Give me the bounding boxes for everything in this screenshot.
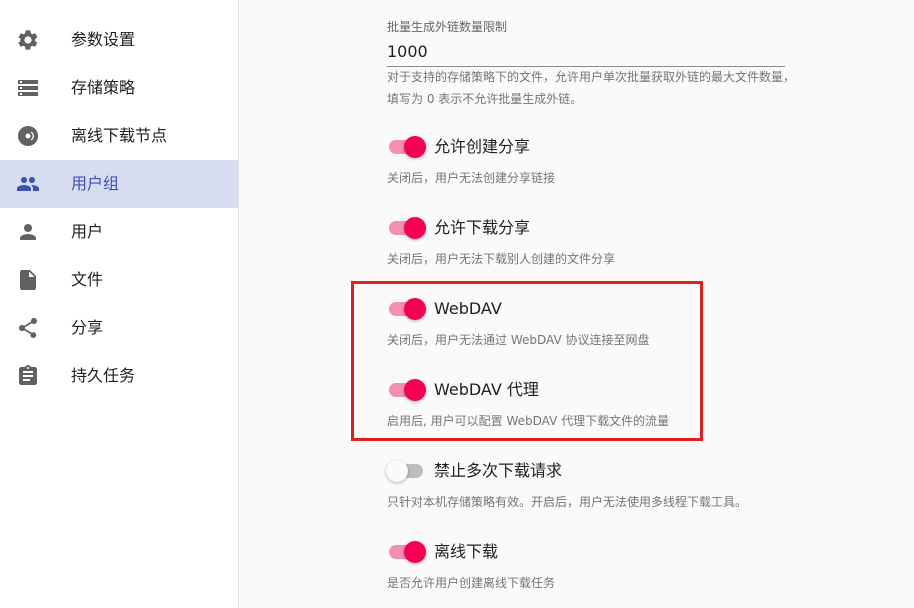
- toggle-label: WebDAV 代理: [434, 380, 539, 399]
- toggle-label: 禁止多次下载请求: [434, 461, 563, 480]
- toggle-row-download-share: 允许下载分享: [387, 215, 530, 241]
- sidebar-item-offline-nodes[interactable]: 离线下载节点: [0, 112, 238, 160]
- sidebar: 参数设置 存储策略 离线下载节点 用户组 用户 文件 分享 持久任务: [0, 0, 239, 608]
- create-share-switch[interactable]: [387, 134, 426, 160]
- radio-node-icon: [16, 124, 40, 148]
- toggle-row-multi-download: 禁止多次下载请求: [386, 458, 563, 484]
- clipboard-icon: [16, 364, 40, 388]
- toggle-helper: 只针对本机存储策略有效。开启后，用户无法使用多线程下载工具。: [387, 495, 748, 509]
- sidebar-item-settings[interactable]: 参数设置: [0, 16, 238, 64]
- person-icon: [16, 220, 40, 244]
- file-icon: [16, 268, 40, 292]
- sidebar-item-tasks[interactable]: 持久任务: [0, 352, 238, 400]
- multi-download-switch[interactable]: [386, 458, 425, 484]
- share-icon: [16, 316, 40, 340]
- toggle-label: 允许创建分享: [434, 137, 531, 156]
- batch-limit-label: 批量生成外链数量限制: [387, 20, 508, 34]
- toggle-helper: 关闭后，用户无法通过 WebDAV 协议连接至网盘: [387, 333, 650, 347]
- sidebar-item-users[interactable]: 用户: [0, 208, 238, 256]
- toggle-helper: 是否允许用户创建离线下载任务: [387, 576, 556, 590]
- storage-list-icon: [16, 76, 40, 100]
- sidebar-item-label: 持久任务: [71, 366, 136, 385]
- webdav-proxy-switch[interactable]: [387, 377, 426, 403]
- offline-download-switch[interactable]: [387, 539, 426, 565]
- settings-panel: 批量生成外链数量限制 对于支持的存储策略下的文件，允许用户单次批量获取外链的最大…: [239, 0, 914, 608]
- people-icon: [16, 172, 40, 196]
- batch-limit-helper: 对于支持的存储策略下的文件，允许用户单次批量获取外链的最大文件数量，填写为 0 …: [387, 70, 796, 106]
- toggle-label: 允许下载分享: [434, 218, 531, 237]
- toggle-helper: 关闭后，用户无法下载别人创建的文件分享: [387, 252, 616, 266]
- toggle-row-create-share: 允许创建分享: [387, 134, 530, 160]
- sidebar-item-label: 离线下载节点: [71, 126, 168, 145]
- sidebar-item-label: 文件: [71, 270, 104, 289]
- download-share-switch[interactable]: [387, 215, 426, 241]
- toggle-helper: 启用后, 用户可以配置 WebDAV 代理下载文件的流量: [387, 414, 670, 428]
- toggle-row-webdav-proxy: WebDAV 代理: [387, 377, 539, 403]
- sidebar-item-label: 用户: [71, 222, 104, 241]
- sidebar-item-label: 参数设置: [71, 30, 136, 49]
- sidebar-item-files[interactable]: 文件: [0, 256, 238, 304]
- toggle-label: 离线下载: [434, 542, 499, 561]
- toggle-label: WebDAV: [434, 299, 502, 318]
- toggle-row-offline-download: 离线下载: [387, 539, 498, 565]
- toggle-row-webdav: WebDAV: [387, 296, 502, 322]
- webdav-switch[interactable]: [387, 296, 426, 322]
- gear-icon: [16, 28, 40, 52]
- sidebar-item-storage-policy[interactable]: 存储策略: [0, 64, 238, 112]
- sidebar-item-label: 用户组: [71, 174, 120, 193]
- sidebar-item-shares[interactable]: 分享: [0, 304, 238, 352]
- sidebar-item-label: 分享: [71, 318, 104, 337]
- batch-limit-input[interactable]: [387, 36, 785, 67]
- sidebar-item-user-groups[interactable]: 用户组: [0, 160, 238, 208]
- toggle-helper: 关闭后，用户无法创建分享链接: [387, 171, 556, 185]
- sidebar-item-label: 存储策略: [71, 78, 136, 97]
